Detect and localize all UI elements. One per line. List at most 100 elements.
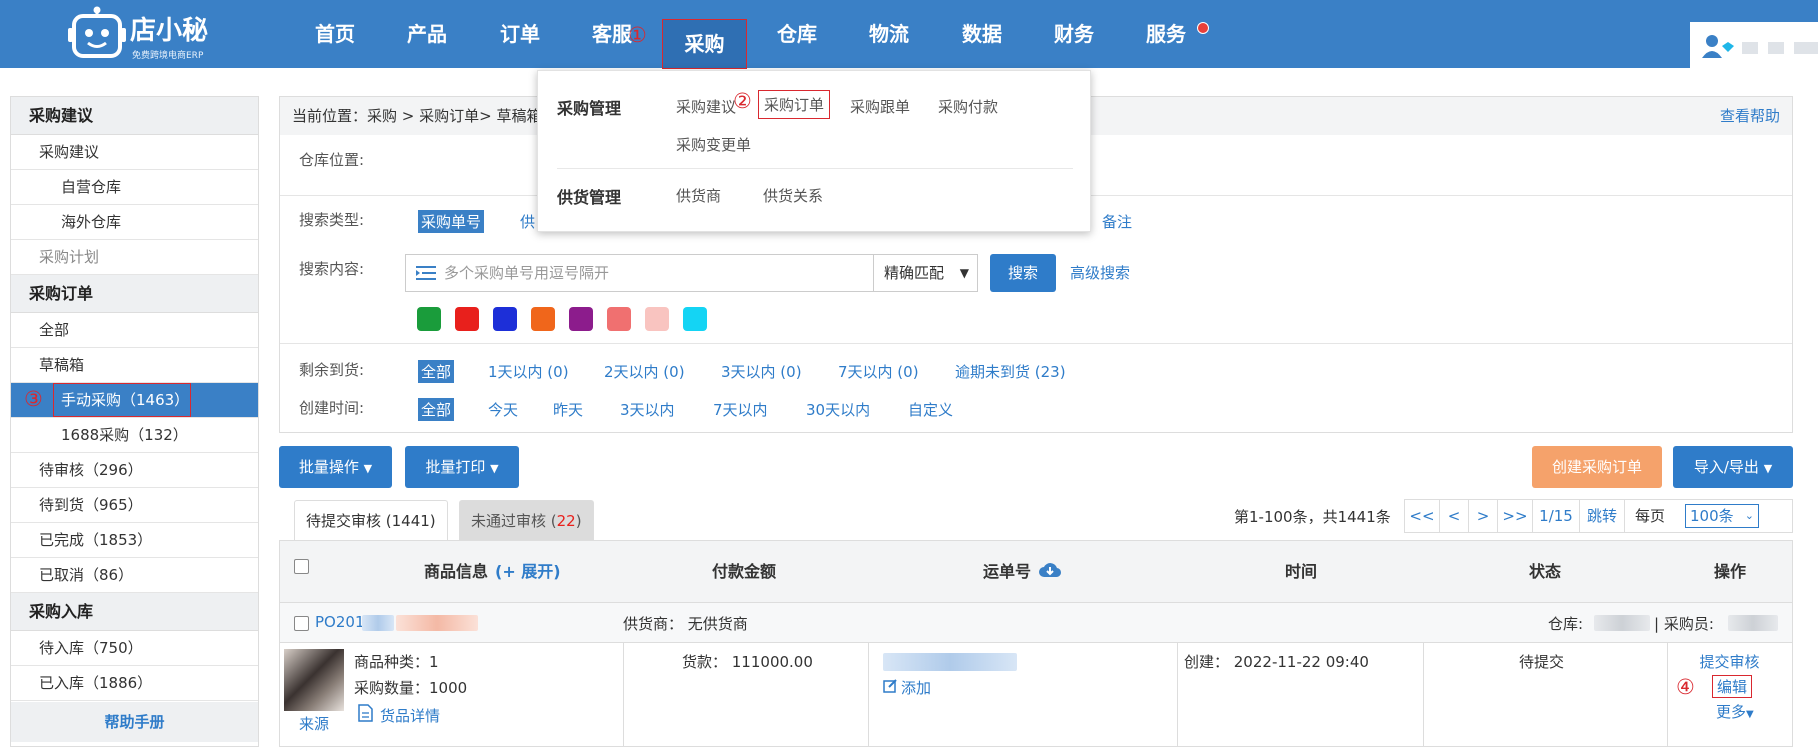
match-mode-select[interactable]: 精确匹配 ▼ xyxy=(873,254,978,292)
sidebar-item-drafts[interactable]: 草稿箱 xyxy=(11,348,258,383)
remaining-all[interactable]: 全部 xyxy=(418,360,455,383)
search-input[interactable] xyxy=(444,255,799,291)
select-all-checkbox[interactable] xyxy=(294,559,309,574)
create-purchase-order-button[interactable]: 创建采购订单 xyxy=(1532,446,1662,488)
search-box xyxy=(405,254,875,292)
menu-item-change-orders[interactable]: 采购变更单 xyxy=(676,134,751,155)
user-account-area[interactable] xyxy=(1690,22,1818,68)
nav-purchasing[interactable]: 采购 xyxy=(662,19,747,69)
sidebar-item-overseas-warehouse[interactable]: 海外仓库 xyxy=(11,205,258,240)
search-button[interactable]: 搜索 xyxy=(990,254,1056,292)
sidebar-item-pending-review[interactable]: 待审核（296） xyxy=(11,453,258,488)
expand-all-link[interactable]: (+ 展开) xyxy=(495,541,561,603)
nav-finance[interactable]: 财务 xyxy=(1043,16,1105,52)
created-30-days[interactable]: 30天以内 xyxy=(806,399,870,420)
search-type-remark[interactable]: 备注 xyxy=(1102,211,1132,232)
remaining-3-days[interactable]: 3天以内 (0) xyxy=(721,361,802,382)
remaining-7-days[interactable]: 7天以内 (0) xyxy=(838,361,919,382)
buyer-label: | 采购员: xyxy=(1654,615,1714,633)
created-yesterday[interactable]: 昨天 xyxy=(553,399,583,420)
nav-data[interactable]: 数据 xyxy=(951,16,1013,52)
order-checkbox[interactable] xyxy=(294,616,309,631)
edit-icon[interactable] xyxy=(883,678,898,693)
advanced-search-link[interactable]: 高级搜索 xyxy=(1070,262,1130,283)
tab-pending-submit[interactable]: 待提交审核 (1441) xyxy=(294,500,448,541)
sidebar-item-1688-purchase[interactable]: 1688采购（132） xyxy=(11,418,258,453)
sidebar-item-own-warehouse[interactable]: 自营仓库 xyxy=(11,170,258,205)
cloud-download-icon[interactable] xyxy=(1038,561,1062,579)
header-tracking-number: 运单号 xyxy=(983,562,1032,581)
nav-products[interactable]: 产品 xyxy=(396,16,458,52)
color-flag-cyan[interactable] xyxy=(683,307,707,331)
menu-item-payments[interactable]: 采购付款 xyxy=(938,96,998,117)
sidebar-item-purchase-plan[interactable]: 采购计划 xyxy=(11,240,258,275)
order-id-link[interactable]: PO201 xyxy=(315,613,364,631)
sidebar-item-all[interactable]: 全部 xyxy=(11,313,258,348)
next-page-button[interactable]: > xyxy=(1468,499,1498,533)
batch-print-button[interactable]: 批量打印 ▼ xyxy=(405,446,519,488)
color-flag-orange[interactable] xyxy=(531,307,555,331)
table-header: 商品信息 (+ 展开) 付款金额 运单号 时间 状态 操作 xyxy=(280,541,1792,603)
first-page-button[interactable]: << xyxy=(1404,499,1440,533)
sidebar-item-inbound-done[interactable]: 已入库（1886） xyxy=(11,666,258,701)
color-flag-green[interactable] xyxy=(417,307,441,331)
color-flag-pink[interactable] xyxy=(645,307,669,331)
created-3-days[interactable]: 3天以内 xyxy=(620,399,675,420)
import-export-button[interactable]: 导入/导出 ▼ xyxy=(1673,446,1793,488)
tab-rejected[interactable]: 未通过审核 (22) xyxy=(459,500,594,540)
nav-warehouse[interactable]: 仓库 xyxy=(766,16,828,52)
created-custom[interactable]: 自定义 xyxy=(908,399,953,420)
color-flag-red[interactable] xyxy=(455,307,479,331)
header-payment-amount: 付款金额 xyxy=(712,562,777,581)
sidebar-item-completed[interactable]: 已完成（1853） xyxy=(11,523,258,558)
search-type-po-number[interactable]: 采购单号 xyxy=(418,210,485,233)
color-flag-salmon[interactable] xyxy=(607,307,631,331)
prev-page-button[interactable]: < xyxy=(1439,499,1469,533)
menu-item-supply-relations[interactable]: 供货关系 xyxy=(763,185,823,206)
view-help-link[interactable]: 查看帮助 xyxy=(1720,97,1780,135)
sidebar-item-pending-arrival[interactable]: 待到货（965） xyxy=(11,488,258,523)
product-thumbnail[interactable] xyxy=(284,649,344,711)
nav-services[interactable]: 服务 xyxy=(1135,16,1197,52)
created-time: 创建： 2022-11-22 09:40 xyxy=(1184,653,1369,671)
jump-button[interactable]: 跳转 xyxy=(1579,499,1625,533)
created-all[interactable]: 全部 xyxy=(418,398,455,421)
sidebar-section-inbound[interactable]: 采购入库 xyxy=(11,593,258,631)
nav-orders[interactable]: 订单 xyxy=(489,16,551,52)
sidebar-item-cancelled[interactable]: 已取消（86） xyxy=(11,558,258,593)
menu-item-suggestions[interactable]: 采购建议 xyxy=(676,96,736,117)
product-detail-link[interactable]: 货品详情 xyxy=(380,705,440,726)
remaining-2-days[interactable]: 2天以内 (0) xyxy=(604,361,685,382)
nav-logistics[interactable]: 物流 xyxy=(858,16,920,52)
tab-rejected-label: 未通过审核 ( xyxy=(471,512,557,530)
menu-item-tracking[interactable]: 采购跟单 xyxy=(850,96,910,117)
search-type-supplier[interactable]: 供 xyxy=(520,211,535,232)
batch-operations-button[interactable]: 批量操作 ▼ xyxy=(279,446,392,488)
last-page-button[interactable]: >> xyxy=(1497,499,1533,533)
sidebar-item-suggestions[interactable]: 采购建议 xyxy=(11,135,258,170)
created-7-days[interactable]: 7天以内 xyxy=(713,399,768,420)
sidebar-item-pending-inbound[interactable]: 待入库（750） xyxy=(11,631,258,666)
page-indicator[interactable]: 1/15 xyxy=(1532,499,1580,533)
sidebar-item-manual-purchase[interactable]: 手动采购（1463） xyxy=(11,383,258,418)
remaining-overdue[interactable]: 逾期未到货 (23) xyxy=(955,361,1066,382)
logo[interactable]: 店小秘 免费跨境电商ERP xyxy=(64,4,224,61)
menu-item-suppliers[interactable]: 供货商 xyxy=(676,185,721,206)
created-today[interactable]: 今天 xyxy=(488,399,518,420)
list-lines-icon[interactable] xyxy=(416,265,436,281)
submit-review-link[interactable]: 提交审核 xyxy=(1667,651,1792,672)
color-flag-blue[interactable] xyxy=(493,307,517,331)
remaining-1-day[interactable]: 1天以内 (0) xyxy=(488,361,569,382)
source-link[interactable]: 来源 xyxy=(299,713,329,734)
color-flag-purple[interactable] xyxy=(569,307,593,331)
nav-home[interactable]: 首页 xyxy=(304,16,366,52)
sidebar-section-suggestions[interactable]: 采购建议 xyxy=(11,97,258,135)
match-mode-value: 精确匹配 xyxy=(884,264,945,282)
add-tracking-link[interactable]: 添加 xyxy=(901,677,931,698)
sidebar-section-orders[interactable]: 采购订单 xyxy=(11,275,258,313)
per-page-select[interactable]: 100条 ⌄ xyxy=(1685,504,1759,528)
edit-link[interactable]: 编辑 xyxy=(1712,675,1753,698)
more-actions-link[interactable]: 更多▼ xyxy=(1716,701,1754,722)
menu-item-purchase-orders[interactable]: 采购订单 xyxy=(758,90,831,119)
help-manual-link[interactable]: 帮助手册 xyxy=(11,702,258,742)
